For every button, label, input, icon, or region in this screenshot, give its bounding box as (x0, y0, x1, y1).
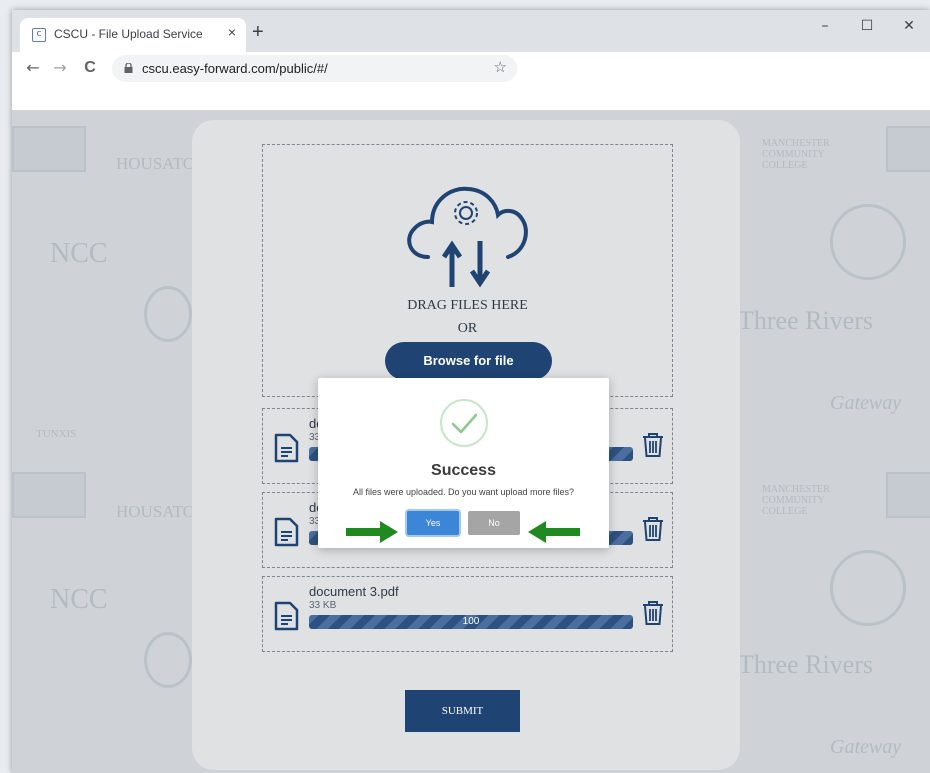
browser-tab[interactable]: c CSCU - File Upload Service × (20, 18, 246, 52)
college-logo-seal (830, 550, 906, 626)
document-icon (274, 601, 299, 631)
maximize-button[interactable]: ☐ (846, 10, 888, 42)
green-arrow-left-icon (528, 521, 580, 543)
url-text: cscu.easy-forward.com/public/#/ (142, 61, 328, 76)
college-logo-three-rivers: Three Rivers (738, 306, 874, 335)
window-controls: – ☐ ✕ (804, 10, 930, 42)
yes-button[interactable]: Yes (407, 511, 459, 535)
trash-icon[interactable] (642, 432, 664, 458)
browser-toolbar: ← → C cscu.easy-forward.com/public/#/ ☆ (12, 52, 930, 86)
college-logo-ncc: NCC (50, 238, 108, 269)
drag-files-text: DRAG FILES HERE (407, 298, 528, 313)
drop-zone[interactable]: DRAG FILES HERE OR Browse for file (262, 144, 673, 397)
college-logo-manchester: MANCHESTER COMMUNITY COLLEGE (762, 138, 830, 171)
college-logo-gateway: Gateway (830, 736, 902, 758)
tab-close-icon[interactable]: × (228, 24, 236, 40)
college-logo-seal (830, 204, 906, 280)
college-logo-three-rivers: Three Rivers (738, 650, 874, 679)
no-button[interactable]: No (468, 511, 520, 535)
file-name: document 3.pdf (309, 584, 399, 599)
college-logo-tunxis: TUNXIS (36, 428, 77, 440)
forward-button[interactable]: → (49, 57, 71, 79)
lock-icon (124, 63, 133, 73)
progress-label: 100 (462, 616, 480, 627)
college-logo-gateway: Gateway (830, 392, 902, 414)
favicon-icon: c (32, 28, 46, 42)
document-icon (274, 433, 299, 463)
college-logo (886, 472, 930, 518)
college-logo (886, 126, 930, 172)
tab-title: CSCU - File Upload Service (54, 27, 203, 41)
college-logo (12, 472, 86, 518)
submit-button[interactable]: SUBMIT (405, 690, 520, 732)
dialog-title: Success (431, 462, 496, 479)
green-arrow-right-icon (346, 521, 398, 543)
college-logo (12, 126, 86, 172)
checkmark-circle-icon (440, 399, 488, 447)
file-row: document 3.pdf 33 KB 100 (262, 576, 673, 652)
browse-file-button[interactable]: Browse for file (385, 342, 552, 380)
or-text: OR (457, 321, 478, 336)
address-bar[interactable]: cscu.easy-forward.com/public/#/ ☆ (112, 55, 517, 82)
dialog-message: All files were uploaded. Do you want upl… (352, 487, 575, 497)
toolbar-spacer (12, 86, 930, 110)
college-logo-emblem (144, 632, 192, 688)
back-button[interactable]: ← (22, 57, 44, 79)
file-size: 33 KB (309, 600, 337, 611)
cloud-upload-icon (407, 186, 528, 288)
trash-icon[interactable] (642, 600, 664, 626)
tab-strip: c CSCU - File Upload Service × + – ☐ ✕ (12, 10, 930, 52)
trash-icon[interactable] (642, 516, 664, 542)
college-logo-ncc: NCC (50, 584, 108, 615)
document-icon (274, 517, 299, 547)
reload-button[interactable]: C (79, 57, 101, 79)
close-window-button[interactable]: ✕ (888, 10, 930, 42)
bookmark-star-icon[interactable]: ☆ (494, 58, 507, 76)
college-logo-emblem (144, 286, 192, 342)
minimize-button[interactable]: – (804, 10, 846, 42)
upload-progress-bar: 100 (309, 615, 633, 629)
new-tab-button[interactable]: + (252, 22, 264, 42)
college-logo-manchester: MANCHESTER COMMUNITY COLLEGE (762, 484, 830, 517)
